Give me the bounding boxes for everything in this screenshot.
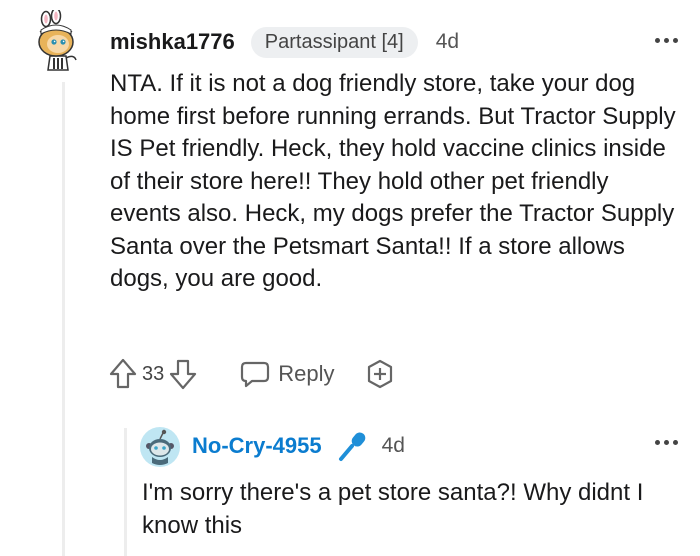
- user-flair: Partassipant [4]: [250, 26, 418, 58]
- comment-header: mishka1776 Partassipant [4] 4d: [110, 24, 459, 60]
- reply-timestamp: 4d: [381, 434, 405, 457]
- vote-score: 33: [142, 362, 165, 385]
- comment-timestamp: 4d: [435, 30, 460, 53]
- reply-thread-line[interactable]: [124, 428, 127, 556]
- comment-action-bar: 33 Reply: [108, 352, 395, 396]
- downvote-arrow-icon[interactable]: [168, 357, 198, 391]
- dot: [673, 38, 678, 43]
- user-avatar-icon[interactable]: [30, 10, 88, 72]
- dot: [664, 440, 669, 445]
- dot: [655, 440, 660, 445]
- dot: [664, 38, 669, 43]
- comment-username[interactable]: mishka1776: [110, 29, 235, 55]
- dot: [673, 440, 678, 445]
- reply-label: Reply: [278, 361, 335, 386]
- upvote-arrow-icon[interactable]: [108, 357, 138, 391]
- award-plus-icon[interactable]: [365, 359, 395, 389]
- reply-username[interactable]: No-Cry-4955: [192, 433, 322, 459]
- comment-body: NTA. If it is not a dog friendly store, …: [110, 70, 676, 292]
- reply-header: No-Cry-4955 4d: [192, 430, 405, 462]
- thread-collapse-line[interactable]: [62, 82, 65, 556]
- reply-body: I'm sorry there's a pet store santa?! Wh…: [142, 479, 644, 539]
- reply-user-avatar-icon[interactable]: [140, 427, 180, 467]
- dot: [655, 38, 660, 43]
- microphone-icon: [338, 432, 365, 461]
- more-options-icon[interactable]: [655, 38, 678, 43]
- comment-thread: mishka1776 Partassipant [4] 4d NTA. If i…: [0, 0, 700, 556]
- chat-bubble-icon: [241, 361, 270, 388]
- reply-more-options-icon[interactable]: [655, 440, 678, 445]
- reply-button[interactable]: Reply: [240, 359, 335, 389]
